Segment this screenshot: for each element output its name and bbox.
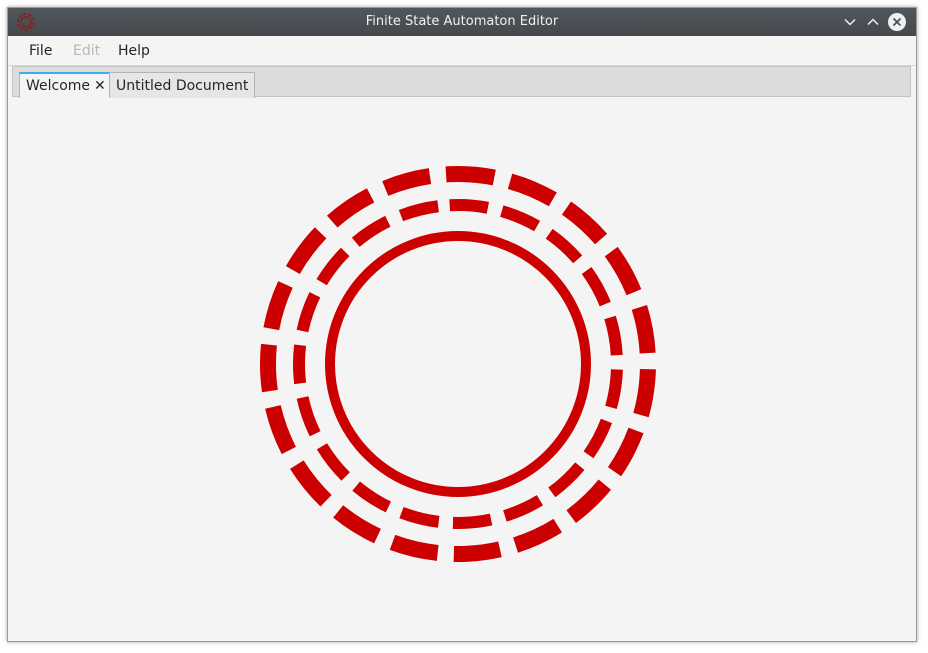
- minimize-button[interactable]: [840, 12, 860, 32]
- app-window: Finite State Automaton Editor File Edit …: [7, 7, 917, 642]
- maximize-button[interactable]: [863, 12, 883, 32]
- menu-bar: File Edit Help: [8, 36, 916, 66]
- title-bar[interactable]: Finite State Automaton Editor: [8, 8, 916, 36]
- inner-solid-ring: [325, 231, 591, 497]
- tab-close-icon[interactable]: ✕: [94, 78, 106, 94]
- middle-dashed-ring: [293, 198, 623, 529]
- chevron-down-icon: [844, 18, 856, 26]
- tab-untitled-document[interactable]: Untitled Document: [109, 72, 256, 98]
- window-title: Finite State Automaton Editor: [365, 14, 559, 29]
- close-window-button[interactable]: [887, 12, 907, 32]
- tab-welcome[interactable]: Welcome ✕: [19, 72, 113, 99]
- concentric-rings-logo: [260, 165, 656, 562]
- tab-strip: Welcome ✕ Untitled Document: [12, 66, 911, 99]
- tab-untitled-label: Untitled Document: [116, 78, 249, 94]
- outer-dashed-ring: [260, 165, 656, 562]
- menu-help[interactable]: Help: [118, 43, 150, 59]
- welcome-panel: [8, 98, 916, 641]
- tab-welcome-label: Welcome: [26, 78, 91, 94]
- menu-edit: Edit: [73, 43, 101, 59]
- menu-file[interactable]: File: [29, 43, 52, 59]
- chevron-up-icon: [867, 18, 879, 26]
- close-icon: [888, 13, 906, 31]
